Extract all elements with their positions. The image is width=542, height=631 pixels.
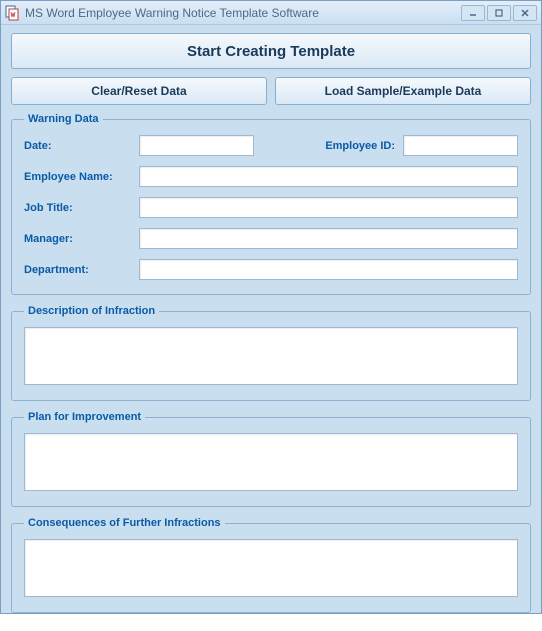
department-input[interactable] — [139, 259, 518, 280]
employee-name-row: Employee Name: — [24, 166, 518, 187]
manager-row: Manager: — [24, 228, 518, 249]
date-label: Date: — [24, 140, 139, 152]
job-title-row: Job Title: — [24, 197, 518, 218]
warning-data-group: Warning Data Date: Employee ID: Employee… — [11, 113, 531, 295]
warning-data-legend: Warning Data — [24, 113, 103, 125]
consequences-group: Consequences of Further Infractions — [11, 517, 531, 613]
content-area: Start Creating Template Clear/Reset Data… — [1, 25, 541, 631]
window-title: MS Word Employee Warning Notice Template… — [25, 6, 461, 20]
plan-textarea[interactable] — [24, 433, 518, 491]
action-row: Clear/Reset Data Load Sample/Example Dat… — [11, 77, 531, 105]
minimize-button[interactable] — [461, 5, 485, 21]
employee-name-input[interactable] — [139, 166, 518, 187]
description-legend: Description of Infraction — [24, 305, 159, 317]
consequences-textarea[interactable] — [24, 539, 518, 597]
department-label: Department: — [24, 264, 139, 276]
job-title-label: Job Title: — [24, 202, 139, 214]
job-title-input[interactable] — [139, 197, 518, 218]
consequences-legend: Consequences of Further Infractions — [24, 517, 225, 529]
plan-group: Plan for Improvement — [11, 411, 531, 507]
description-group: Description of Infraction — [11, 305, 531, 401]
start-creating-button[interactable]: Start Creating Template — [11, 33, 531, 69]
date-input[interactable] — [139, 135, 254, 156]
load-sample-button[interactable]: Load Sample/Example Data — [275, 77, 531, 105]
titlebar: MS Word Employee Warning Notice Template… — [1, 1, 541, 25]
app-icon — [5, 5, 21, 21]
date-row: Date: Employee ID: — [24, 135, 518, 156]
manager-input[interactable] — [139, 228, 518, 249]
window-controls — [461, 5, 537, 21]
description-textarea[interactable] — [24, 327, 518, 385]
close-button[interactable] — [513, 5, 537, 21]
department-row: Department: — [24, 259, 518, 280]
employee-name-label: Employee Name: — [24, 171, 139, 183]
clear-reset-button[interactable]: Clear/Reset Data — [11, 77, 267, 105]
maximize-button[interactable] — [487, 5, 511, 21]
manager-label: Manager: — [24, 233, 139, 245]
employee-id-input[interactable] — [403, 135, 518, 156]
plan-legend: Plan for Improvement — [24, 411, 145, 423]
app-window: MS Word Employee Warning Notice Template… — [0, 0, 542, 614]
employee-id-label: Employee ID: — [325, 140, 395, 152]
